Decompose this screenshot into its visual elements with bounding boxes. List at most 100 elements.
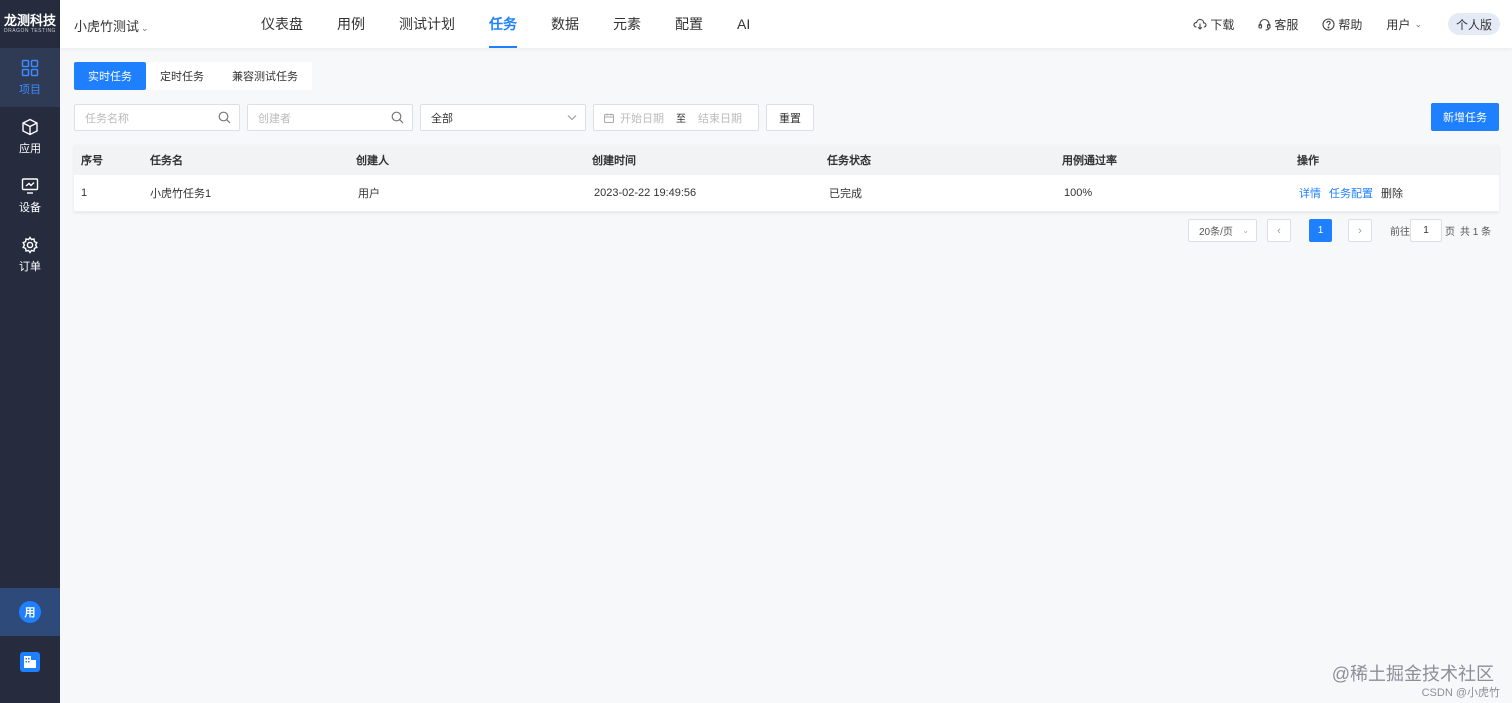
total-count: 共 1 条 (1460, 227, 1492, 238)
range-separator: 至 (676, 114, 686, 125)
creator-placeholder: 创建者 (258, 112, 291, 125)
sidebar-item-label: 订单 (19, 260, 41, 273)
watermark-sub: CSDN @小虎竹 (1421, 687, 1500, 699)
download-button[interactable]: 下载 (1193, 16, 1234, 33)
col-pass-rate: 用例通过率 (1062, 155, 1117, 167)
nav-dashboard[interactable]: 仪表盘 (244, 0, 320, 48)
table-header: 序号 任务名 创建人 创建时间 任务状态 用例通过率 操作 (74, 145, 1499, 175)
cube-icon (22, 118, 38, 135)
watermark: @稀土掘金技术社区 (1331, 664, 1494, 684)
chevron-down-icon (567, 115, 577, 121)
row-status: 已完成 (829, 188, 862, 200)
table-row[interactable]: 1 小虎竹任务1 用户 2023-02-22 19:49:56 已完成 100%… (74, 175, 1499, 212)
user-menu[interactable]: 用户 ⌄ (1386, 16, 1422, 33)
goto-prefix: 前往 (1390, 227, 1410, 238)
page-size-select[interactable]: 20条/页 ⌄ (1188, 219, 1257, 242)
help-label: 帮助 (1338, 17, 1363, 32)
sidebar-item-order[interactable]: 订单 (0, 225, 60, 284)
task-name-input[interactable]: 任务名称 (74, 104, 240, 131)
tab-realtime[interactable]: 实时任务 (74, 62, 146, 90)
nav-data[interactable]: 数据 (534, 0, 596, 48)
project-name: 小虎竹测试 (74, 19, 140, 34)
search-icon[interactable] (391, 111, 404, 124)
end-date-placeholder: 结束日期 (698, 112, 742, 125)
task-name-placeholder: 任务名称 (85, 112, 129, 125)
tab-scheduled[interactable]: 定时任务 (146, 62, 218, 90)
goto-suffix: 页 (1445, 227, 1455, 238)
cloud-download-icon (1193, 18, 1207, 30)
row-name: 小虎竹任务1 (150, 188, 212, 200)
goto-page-input[interactable]: 1 (1410, 219, 1442, 242)
sidebar-item-project[interactable]: 项目 (0, 48, 60, 107)
col-created: 创建时间 (592, 155, 636, 167)
logo: 龙测科技 DRAGON TESTING (0, 0, 60, 48)
col-name: 任务名 (150, 155, 183, 167)
header-tools: 下载 客服 帮助 用户 ⌄ 个人版 (1169, 0, 1500, 48)
tab-compat[interactable]: 兼容测试任务 (218, 62, 312, 90)
col-ops: 操作 (1297, 155, 1319, 167)
start-date-placeholder: 开始日期 (620, 112, 664, 125)
nav-config[interactable]: 配置 (658, 0, 720, 48)
nav-tasks[interactable]: 任务 (472, 0, 534, 48)
col-index: 序号 (81, 155, 103, 167)
grid-icon (21, 59, 39, 76)
row-creator: 用户 (358, 188, 380, 200)
task-tabs: 实时任务 定时任务 兼容测试任务 (74, 62, 312, 90)
project-selector[interactable]: 小虎竹测试 ⌄ (74, 16, 149, 35)
nav-cases[interactable]: 用例 (320, 0, 382, 48)
nav-test-plan[interactable]: 测试计划 (382, 0, 472, 48)
sidebar-item-label: 应用 (19, 142, 41, 155)
chevron-left-icon: ‹ (1277, 224, 1281, 237)
service-button[interactable]: 客服 (1258, 16, 1298, 33)
sidebar-item-label: 设备 (19, 201, 41, 214)
delete-link[interactable]: 删除 (1381, 185, 1403, 201)
creator-input[interactable]: 创建者 (247, 104, 413, 131)
sidebar-item-label: 项目 (19, 83, 41, 96)
left-sidebar: 龙测科技 DRAGON TESTING 项目 应用 设备 订单 用 (0, 0, 60, 703)
row-index: 1 (81, 187, 88, 199)
version-badge[interactable]: 个人版 (1447, 13, 1500, 35)
date-range-picker[interactable]: 开始日期 至 结束日期 (593, 104, 759, 131)
page-number-current[interactable]: 1 (1309, 219, 1332, 242)
next-page-button[interactable]: › (1348, 219, 1372, 242)
task-table: 序号 任务名 创建人 创建时间 任务状态 用例通过率 操作 1 小虎竹任务1 用… (74, 145, 1499, 212)
reset-button[interactable]: 重置 (766, 104, 814, 131)
logo-subtext: DRAGON TESTING (4, 28, 56, 34)
top-header: 小虎竹测试⌄ 仪表盘 用例 测试计划 任务 数据 元素 配置 AI 下载 客服 (60, 0, 1512, 48)
main-nav: 仪表盘 用例 测试计划 任务 数据 元素 配置 AI (244, 0, 767, 48)
add-task-button[interactable]: 新增任务 (1431, 103, 1499, 131)
prev-page-button[interactable]: ‹ (1267, 219, 1291, 242)
nav-ai[interactable]: AI (720, 0, 767, 48)
detail-link[interactable]: 详情 (1299, 185, 1321, 201)
monitor-icon (21, 177, 39, 194)
service-label: 客服 (1274, 17, 1299, 32)
sidebar-item-app[interactable]: 应用 (0, 107, 60, 166)
status-select[interactable]: 全部 (420, 104, 586, 131)
avatar[interactable]: 用 (19, 601, 41, 623)
calendar-icon (604, 113, 614, 123)
logo-text: 龙测科技 (3, 13, 56, 28)
chevron-down-icon: ⌄ (1242, 226, 1249, 235)
gear-icon (22, 235, 38, 254)
page-size-value: 20条/页 (1199, 227, 1233, 238)
col-creator: 创建人 (356, 155, 389, 167)
row-ops: 详情 任务配置 删除 (1299, 175, 1403, 211)
org-slot[interactable] (0, 640, 60, 684)
chevron-right-icon: › (1358, 224, 1362, 237)
chevron-down-icon: ⌄ (141, 23, 149, 33)
col-status: 任务状态 (827, 155, 871, 167)
download-label: 下载 (1210, 17, 1235, 32)
chevron-down-icon: ⌄ (1414, 18, 1422, 29)
help-icon (1322, 17, 1335, 31)
headset-icon (1258, 18, 1271, 31)
help-button[interactable]: 帮助 (1322, 16, 1362, 33)
user-label: 用户 (1386, 17, 1411, 32)
search-icon[interactable] (218, 111, 231, 124)
row-created: 2023-02-22 19:49:56 (594, 187, 697, 199)
row-pass-rate: 100% (1064, 187, 1093, 199)
user-avatar-slot[interactable]: 用 (0, 588, 60, 636)
sidebar-item-device[interactable]: 设备 (0, 166, 60, 225)
building-icon[interactable] (20, 652, 40, 672)
task-config-link[interactable]: 任务配置 (1329, 185, 1373, 201)
nav-elements[interactable]: 元素 (596, 0, 658, 48)
